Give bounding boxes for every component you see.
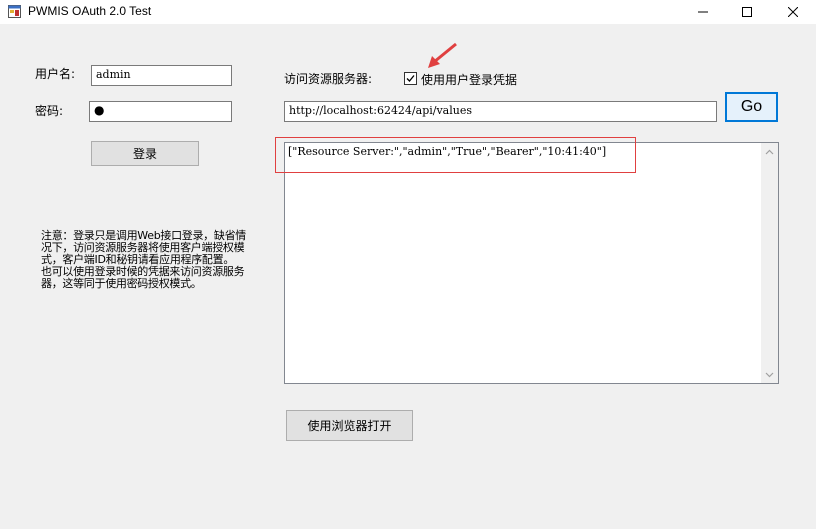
note-paragraph-1: 注意：登录只是调用Web接口登录，缺省情况下，访问资源服务器将使用客户端授权模式…: [41, 229, 246, 266]
url-value: http://localhost:62424/api/values: [289, 104, 472, 117]
open-in-browser-button[interactable]: 使用浏览器打开: [286, 410, 413, 441]
result-textarea[interactable]: ["Resource Server:","admin","True","Bear…: [284, 142, 779, 384]
username-input[interactable]: admin: [91, 65, 232, 86]
chevron-up-icon: [765, 149, 774, 154]
minimize-button[interactable]: [680, 0, 726, 24]
password-label: 密码:: [35, 104, 64, 118]
note-paragraph-2: 也可以使用登录时候的凭据来访问资源服务器，这等同于使用密码授权模式。: [41, 265, 245, 290]
use-credentials-checkbox[interactable]: [404, 72, 417, 85]
password-mask: ●: [94, 103, 105, 117]
annotation-highlight-box: [275, 137, 636, 173]
maximize-button[interactable]: [724, 0, 770, 24]
login-button-label: 登录: [132, 147, 157, 161]
app-icon: [8, 5, 21, 18]
window-title: PWMIS OAuth 2.0 Test: [28, 4, 152, 18]
close-icon: [788, 7, 798, 17]
app-window: PWMIS OAuth 2.0 Test 用户名: admin 密码: ● 登录: [0, 0, 816, 529]
use-credentials-label[interactable]: 使用用户登录凭据: [421, 71, 517, 88]
open-in-browser-label: 使用浏览器打开: [307, 419, 392, 433]
username-label: 用户名:: [35, 67, 76, 81]
resource-server-label: 访问资源服务器:: [284, 72, 373, 86]
login-button[interactable]: 登录: [91, 141, 199, 166]
go-button-label: Go: [740, 98, 763, 115]
note-text: 注意：登录只是调用Web接口登录，缺省情况下，访问资源服务器将使用客户端授权模式…: [41, 230, 256, 290]
go-button[interactable]: Go: [725, 92, 778, 122]
username-value: admin: [96, 68, 131, 81]
chevron-down-icon: [765, 372, 774, 377]
url-input[interactable]: http://localhost:62424/api/values: [284, 101, 717, 122]
checkmark-icon: [406, 75, 415, 82]
password-input[interactable]: ●: [89, 101, 232, 122]
title-bar: PWMIS OAuth 2.0 Test: [0, 0, 816, 24]
scroll-up-button[interactable]: [761, 143, 778, 160]
vertical-scrollbar[interactable]: [761, 143, 778, 383]
close-button[interactable]: [770, 0, 816, 24]
scroll-down-button[interactable]: [761, 366, 778, 383]
annotation-arrow-icon: [428, 42, 457, 68]
minimize-icon: [698, 11, 708, 13]
maximize-icon: [742, 7, 752, 17]
